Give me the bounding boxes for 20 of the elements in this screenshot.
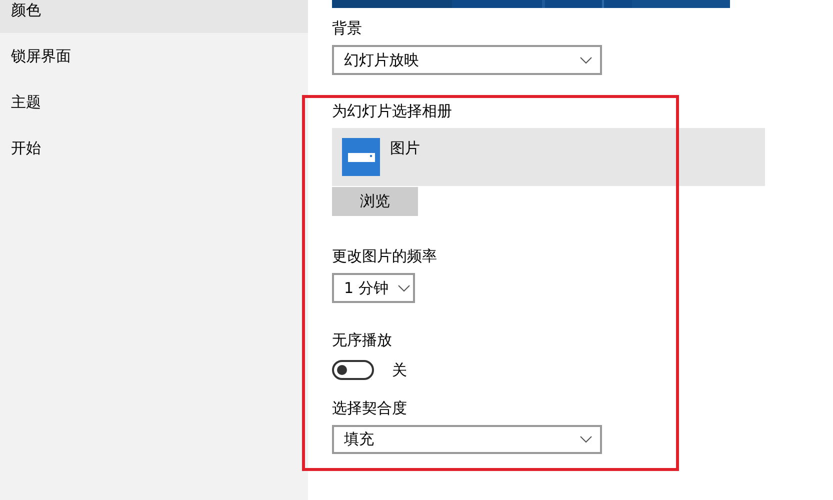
chevron-down-icon (580, 436, 592, 443)
folder-icon (342, 138, 380, 176)
section-heading: 为幻灯片选择相册 (332, 101, 452, 121)
toggle-switch[interactable] (332, 360, 374, 380)
frequency-dropdown[interactable]: 1 分钟 (332, 273, 415, 303)
field-label: 选择契合度 (332, 398, 407, 418)
field-label: 更改图片的频率 (332, 246, 437, 266)
field-label: 无序播放 (332, 330, 392, 350)
album-item[interactable]: 图片 (332, 128, 765, 186)
fit-dropdown[interactable]: 填充 (332, 425, 602, 454)
background-dropdown[interactable]: 幻灯片放映 (332, 45, 602, 75)
nav-item[interactable]: 颜色 (0, 0, 308, 33)
chevron-down-icon (398, 284, 410, 292)
nav-item[interactable]: 锁屏界面 (0, 33, 308, 79)
field-label: 背景 (332, 18, 362, 38)
chevron-down-icon (580, 56, 592, 64)
nav-item[interactable]: 主题 (0, 79, 308, 125)
nav-item[interactable]: 开始 (0, 125, 308, 171)
toggle-state: 关 (392, 360, 407, 381)
browse-button[interactable]: 浏览 (332, 187, 418, 216)
